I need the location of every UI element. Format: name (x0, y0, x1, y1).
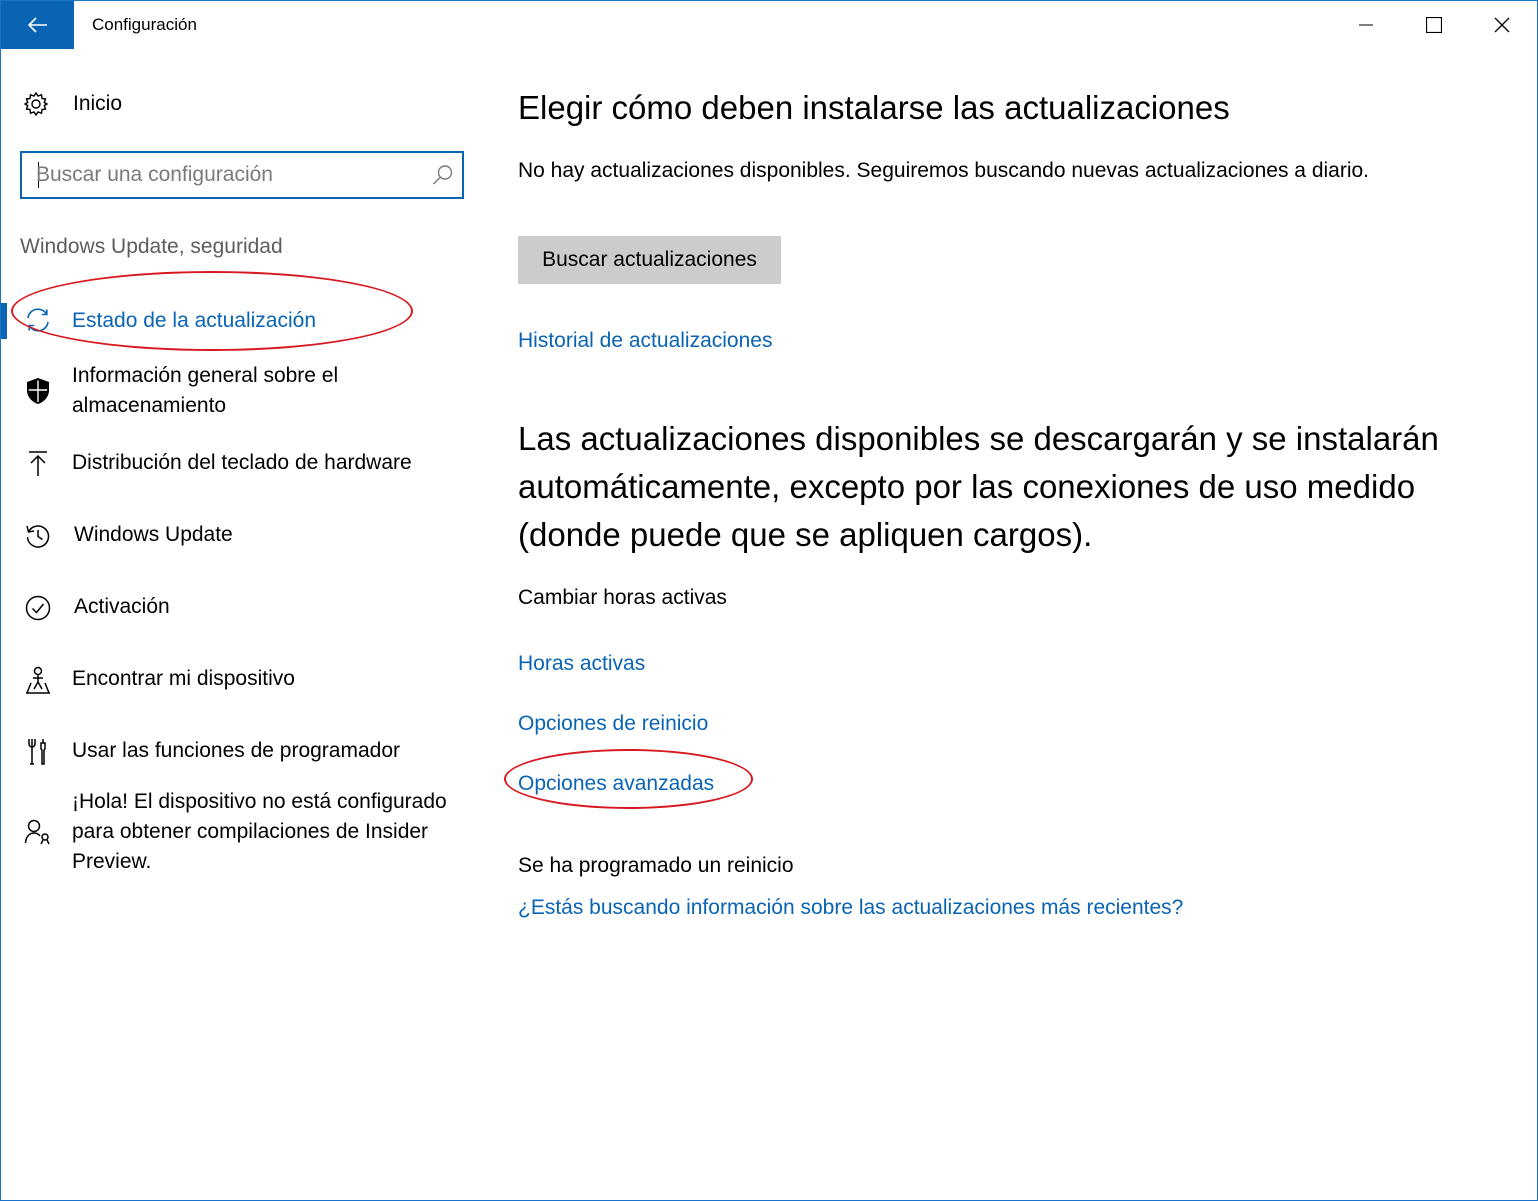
sidebar-item-label: ¡Hola! El dispositivo no está configurad… (72, 790, 447, 873)
maximize-icon (1426, 17, 1442, 33)
search-icon (433, 165, 453, 185)
insider-person-icon (23, 817, 53, 847)
sidebar-item-update-status[interactable]: Estado de la actualización (1, 301, 491, 341)
check-circle-icon (23, 593, 53, 623)
restart-scheduled-text: Se ha programado un reinicio (518, 854, 794, 877)
active-hours-link[interactable]: Horas activas (518, 652, 645, 676)
title-bar: Configuración (1, 1, 1537, 49)
person-location-icon (23, 665, 53, 695)
sidebar-item-label: Activación (74, 595, 170, 618)
sidebar-item-label: Distribución del teclado de hardware (72, 451, 412, 474)
sidebar-item-storage-overview[interactable]: Información general sobre el almacenamie… (1, 361, 491, 423)
app-title: Configuración (92, 15, 197, 34)
auto-update-description: Las actualizaciones disponibles se desca… (518, 420, 1439, 553)
sidebar-item-find-device[interactable]: Encontrar mi dispositivo (1, 663, 491, 697)
sidebar: Inicio Windows Update, seguridad (1, 49, 491, 1199)
latest-updates-info-link[interactable]: ¿Estás buscando información sobre las ac… (518, 896, 1183, 920)
check-updates-button[interactable]: Buscar actualizaciones (518, 236, 781, 284)
refresh-icon (23, 305, 53, 335)
back-button[interactable] (1, 1, 74, 49)
update-history-link[interactable]: Historial de actualizaciones (518, 329, 772, 353)
minimize-button[interactable] (1331, 1, 1401, 49)
update-status-text: No hay actualizaciones disponibles. Segu… (518, 159, 1370, 182)
sidebar-item-label: Información general sobre el almacenamie… (72, 364, 339, 417)
developer-tools-icon (23, 737, 53, 767)
search-input[interactable] (36, 160, 416, 190)
sidebar-item-label: Estado de la actualización (72, 309, 316, 332)
sidebar-item-label: Encontrar mi dispositivo (72, 667, 295, 690)
sidebar-item-home[interactable]: Inicio (23, 89, 122, 119)
shield-icon (23, 376, 53, 406)
minimize-icon (1359, 24, 1373, 26)
sidebar-item-developer[interactable]: Usar las funciones de programador (1, 735, 491, 769)
advanced-options-link[interactable]: Opciones avanzadas (518, 772, 714, 796)
page-title: Elegir cómo deben instalarse las actuali… (518, 89, 1230, 126)
sidebar-item-insider[interactable]: ¡Hola! El dispositivo no está configurad… (1, 787, 491, 881)
sidebar-item-windows-update[interactable]: Windows Update (1, 519, 491, 553)
back-arrow-icon (27, 17, 47, 33)
search-box[interactable] (20, 151, 464, 199)
sidebar-item-activation[interactable]: Activación (1, 591, 491, 625)
maximize-button[interactable] (1399, 1, 1469, 49)
close-icon (1494, 17, 1510, 33)
upload-arrow-icon (23, 449, 53, 479)
gear-icon (23, 91, 49, 117)
sidebar-item-label: Usar las funciones de programador (72, 739, 401, 762)
restart-options-link[interactable]: Opciones de reinicio (518, 712, 708, 736)
active-hours-heading: Cambiar horas activas (518, 586, 727, 609)
settings-window: Configuración Inicio Buscar una configur… (0, 0, 1538, 1201)
sidebar-item-keyboard-layout[interactable]: Distribución del teclado de hardware (1, 447, 491, 481)
close-button[interactable] (1467, 1, 1537, 49)
history-icon (23, 521, 53, 551)
sidebar-item-label: Windows Update (74, 523, 233, 546)
section-title: Windows Update, seguridad (20, 235, 283, 258)
home-label: Inicio (73, 92, 123, 115)
